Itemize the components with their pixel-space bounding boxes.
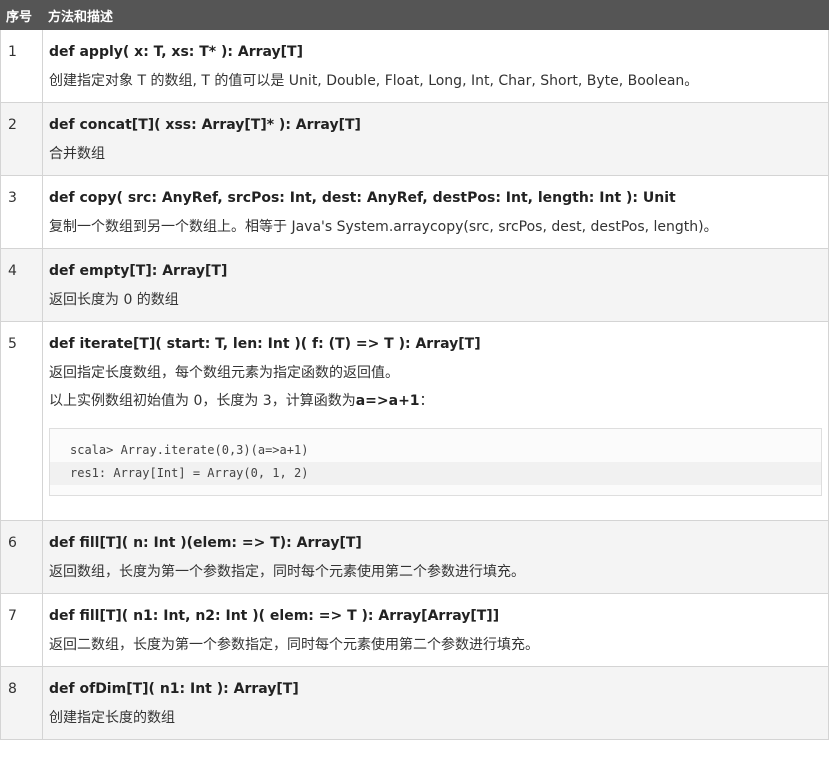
column-header-number: 序号	[0, 0, 43, 30]
row-description-cell: def fill[T]( n: Int )(elem: => T): Array…	[42, 520, 829, 594]
row-description-cell: def concat[T]( xss: Array[T]* ): Array[T…	[42, 102, 829, 176]
table-row: 8 def ofDim[T]( n1: Int ): Array[T] 创建指定…	[0, 666, 829, 740]
column-header-description: 方法和描述	[42, 0, 829, 30]
row-number: 1	[0, 29, 43, 103]
row-description-cell: def copy( src: AnyRef, srcPos: Int, dest…	[42, 175, 829, 249]
method-signature: def iterate[T]( start: T, len: Int )( f:…	[49, 336, 481, 352]
row-description-cell: def apply( x: T, xs: T* ): Array[T] 创建指定…	[42, 29, 829, 103]
methods-table: 序号 方法和描述 1 def apply( x: T, xs: T* ): Ar…	[0, 0, 829, 740]
example-note: 以上实例数组初始值为 0，长度为 3，计算函数为a=>a+1：	[49, 392, 822, 410]
table-row: 3 def copy( src: AnyRef, srcPos: Int, de…	[0, 175, 829, 249]
row-description-cell: def fill[T]( n1: Int, n2: Int )( elem: =…	[42, 593, 829, 667]
table-row: 2 def concat[T]( xss: Array[T]* ): Array…	[0, 102, 829, 176]
table-row: 7 def fill[T]( n1: Int, n2: Int )( elem:…	[0, 593, 829, 667]
code-line: res1: Array[Int] = Array(0, 1, 2)	[50, 462, 821, 485]
row-number: 4	[0, 248, 43, 322]
method-signature: def concat[T]( xss: Array[T]* ): Array[T…	[49, 117, 361, 133]
row-number: 3	[0, 175, 43, 249]
row-number: 5	[0, 321, 43, 521]
row-description-cell: def iterate[T]( start: T, len: Int )( f:…	[42, 321, 829, 521]
method-signature: def copy( src: AnyRef, srcPos: Int, dest…	[49, 190, 676, 206]
method-description: 创建指定对象 T 的数组, T 的值可以是 Unit, Double, Floa…	[49, 73, 699, 89]
row-number: 2	[0, 102, 43, 176]
method-description: 返回数组，长度为第一个参数指定，同时每个元素使用第二个参数进行填充。	[49, 564, 525, 580]
method-description: 创建指定长度的数组	[49, 710, 175, 726]
row-number: 8	[0, 666, 43, 740]
method-signature: def fill[T]( n: Int )(elem: => T): Array…	[49, 535, 362, 551]
method-signature: def apply( x: T, xs: T* ): Array[T]	[49, 44, 304, 60]
method-description: 复制一个数组到另一个数组上。相等于 Java's System.arraycop…	[49, 219, 718, 235]
row-description-cell: def empty[T]: Array[T] 返回长度为 0 的数组	[42, 248, 829, 322]
example-note-suffix: ：	[419, 393, 434, 409]
row-number: 6	[0, 520, 43, 594]
example-note-prefix: 以上实例数组初始值为 0，长度为 3，计算函数为	[49, 393, 356, 409]
code-block[interactable]: scala> Array.iterate(0,3)(a=>a+1) res1: …	[49, 428, 822, 496]
method-description: 返回指定长度数组，每个数组元素为指定函数的返回值。	[49, 365, 399, 381]
method-description: 返回二数组，长度为第一个参数指定，同时每个元素使用第二个参数进行填充。	[49, 637, 539, 653]
table-row: 6 def fill[T]( n: Int )(elem: => T): Arr…	[0, 520, 829, 594]
code-line: scala> Array.iterate(0,3)(a=>a+1)	[70, 443, 309, 457]
method-description: 返回长度为 0 的数组	[49, 292, 179, 308]
row-description-cell: def ofDim[T]( n1: Int ): Array[T] 创建指定长度…	[42, 666, 829, 740]
method-signature: def ofDim[T]( n1: Int ): Array[T]	[49, 681, 299, 697]
table-row: 4 def empty[T]: Array[T] 返回长度为 0 的数组	[0, 248, 829, 322]
row-number: 7	[0, 593, 43, 667]
method-signature: def fill[T]( n1: Int, n2: Int )( elem: =…	[49, 608, 500, 624]
example-note-function: a=>a+1	[355, 393, 420, 409]
method-description: 合并数组	[49, 146, 105, 162]
table-row: 1 def apply( x: T, xs: T* ): Array[T] 创建…	[0, 29, 829, 103]
table-row: 5 def iterate[T]( start: T, len: Int )( …	[0, 321, 829, 521]
method-signature: def empty[T]: Array[T]	[49, 263, 228, 279]
table-header-row: 序号 方法和描述	[0, 0, 829, 30]
